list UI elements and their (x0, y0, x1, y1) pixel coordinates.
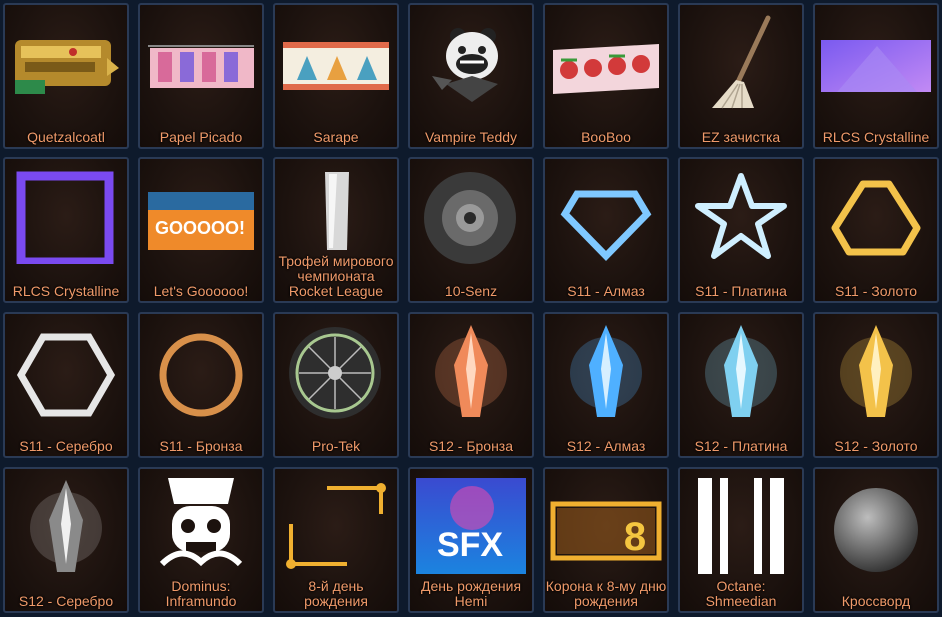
item-name: S12 - Серебро (18, 593, 114, 609)
ornate-frame-icon (275, 469, 397, 579)
item-tile-s12-gold[interactable]: S12 - Золото (813, 312, 939, 458)
item-tile-10-senz[interactable]: 10-Senz (408, 157, 534, 303)
sarape-flag-icon (275, 5, 397, 115)
vampire-teddy-topper-icon (410, 5, 532, 115)
item-name: Papel Picado (159, 129, 243, 145)
broom-icon (680, 5, 802, 115)
crystal-shard-icon (545, 314, 667, 424)
item-name: S11 - Алмаз (567, 283, 645, 299)
star-rank-icon (680, 159, 802, 269)
quetzalcoatl-topper-icon (5, 5, 127, 115)
item-tile-vampire-teddy[interactable]: Vampire Teddy (408, 3, 534, 149)
item-tile-s12-silver[interactable]: S12 - Серебро (3, 467, 129, 613)
triangle-rank-icon (815, 159, 937, 269)
wheel-icon (410, 159, 532, 269)
spoke-wheel-icon (275, 314, 397, 424)
svg-text:SFX: SFX (437, 526, 503, 564)
diamond-rank-icon (545, 159, 667, 269)
sfx-banner-icon: SFX (410, 469, 532, 579)
item-name: Quetzalcoatl (27, 129, 105, 145)
item-name: S12 - Алмаз (566, 438, 646, 454)
skull-decal-icon (140, 469, 262, 579)
item-tile-ez-broom[interactable]: EZ зачистка (678, 3, 804, 149)
item-tile-8th-birthday[interactable]: 8-й день рождения (273, 467, 399, 613)
item-tile-s12-platinum[interactable]: S12 - Платина (678, 312, 804, 458)
item-tile-8th-birthday-crown[interactable]: 8 Корона к 8-му дню рождения (543, 467, 669, 613)
item-tile-s11-diamond[interactable]: S11 - Алмаз (543, 157, 669, 303)
item-name: RLCS Crystalline (822, 129, 930, 145)
item-tile-s12-bronze[interactable]: S12 - Бронза (408, 312, 534, 458)
crystalline-banner-icon (815, 5, 937, 115)
item-tile-quetzalcoatl[interactable]: Quetzalcoatl (3, 3, 129, 149)
crystal-shard-icon (5, 469, 127, 579)
item-tile-rlcs-crystalline-border[interactable]: RLCS Crystalline (3, 157, 129, 303)
item-tile-booboo[interactable]: BooBoo (543, 3, 669, 149)
item-name: Let's Goooooo! (153, 283, 249, 299)
item-name: RLCS Crystalline (12, 283, 120, 299)
lets-go-banner-icon: GOOOOO! (140, 159, 262, 269)
item-tile-crossword[interactable]: Кроссворд (813, 467, 939, 613)
crystal-shard-icon (410, 314, 532, 424)
crystalline-border-icon (5, 159, 127, 269)
item-tile-sarape[interactable]: Sarape (273, 3, 399, 149)
paint-sphere-icon (815, 469, 937, 579)
stripes-decal-icon (680, 469, 802, 579)
item-tile-dominus-inframundo[interactable]: Dominus: Inframundo (138, 467, 264, 613)
item-name: Vampire Teddy (424, 129, 518, 145)
item-name: Sarape (313, 129, 359, 145)
item-tile-world-championship-trophy[interactable]: Трофей мирового чемпионата Rocket League (273, 157, 399, 303)
crown-eight-banner-icon: 8 (545, 469, 667, 579)
item-name: 8-й день рождения (304, 578, 368, 609)
booboo-banner-icon (545, 5, 667, 115)
svg-text:GOOOOO!: GOOOOO! (155, 218, 245, 238)
item-name: Pro-Tek (311, 438, 361, 454)
item-tile-papel-picado[interactable]: Papel Picado (138, 3, 264, 149)
item-name: Кроссворд (841, 593, 911, 609)
item-name: Корона к 8-му дню рождения (545, 578, 667, 609)
crystal-shard-icon (815, 314, 937, 424)
inventory-grid: Quetzalcoatl Papel Picado Sarape Vampire… (0, 0, 942, 617)
item-tile-s11-silver[interactable]: S11 - Серебро (3, 312, 129, 458)
item-name: S11 - Платина (695, 283, 787, 299)
item-name: BooBoo (581, 129, 631, 145)
item-tile-hemi-birthday[interactable]: SFX День рождения Hemi (408, 467, 534, 613)
item-tile-s11-platinum[interactable]: S11 - Платина (678, 157, 804, 303)
item-name: Трофей мирового чемпионата Rocket League (278, 253, 394, 299)
item-tile-lets-go[interactable]: GOOOOO! Let's Goooooo! (138, 157, 264, 303)
crystal-shard-icon (680, 314, 802, 424)
circle-rank-icon (140, 314, 262, 424)
item-name: Dominus: Inframundo (165, 578, 237, 609)
item-name: S11 - Бронза (159, 438, 243, 454)
item-name: S11 - Золото (834, 283, 918, 299)
item-tile-rlcs-crystalline-banner[interactable]: RLCS Crystalline (813, 3, 939, 149)
item-tile-octane-shmeedian[interactable]: Octane: Shmeedian (678, 467, 804, 613)
item-name: S11 - Серебро (19, 438, 113, 454)
item-tile-pro-tek[interactable]: Pro-Tek (273, 312, 399, 458)
item-name: EZ зачистка (701, 129, 781, 145)
item-name: S12 - Платина (694, 438, 788, 454)
item-name: 10-Senz (444, 283, 498, 299)
item-tile-s11-bronze[interactable]: S11 - Бронза (138, 312, 264, 458)
item-name: Octane: Shmeedian (705, 578, 777, 609)
item-name: S12 - Золото (834, 438, 918, 454)
svg-text:8: 8 (624, 515, 646, 559)
item-name: S12 - Бронза (428, 438, 514, 454)
papel-picado-flag-icon (140, 5, 262, 115)
item-tile-s11-gold[interactable]: S11 - Золото (813, 157, 939, 303)
hexagon-rank-icon (5, 314, 127, 424)
item-name: День рождения Hemi (420, 578, 522, 609)
item-tile-s12-diamond[interactable]: S12 - Алмаз (543, 312, 669, 458)
